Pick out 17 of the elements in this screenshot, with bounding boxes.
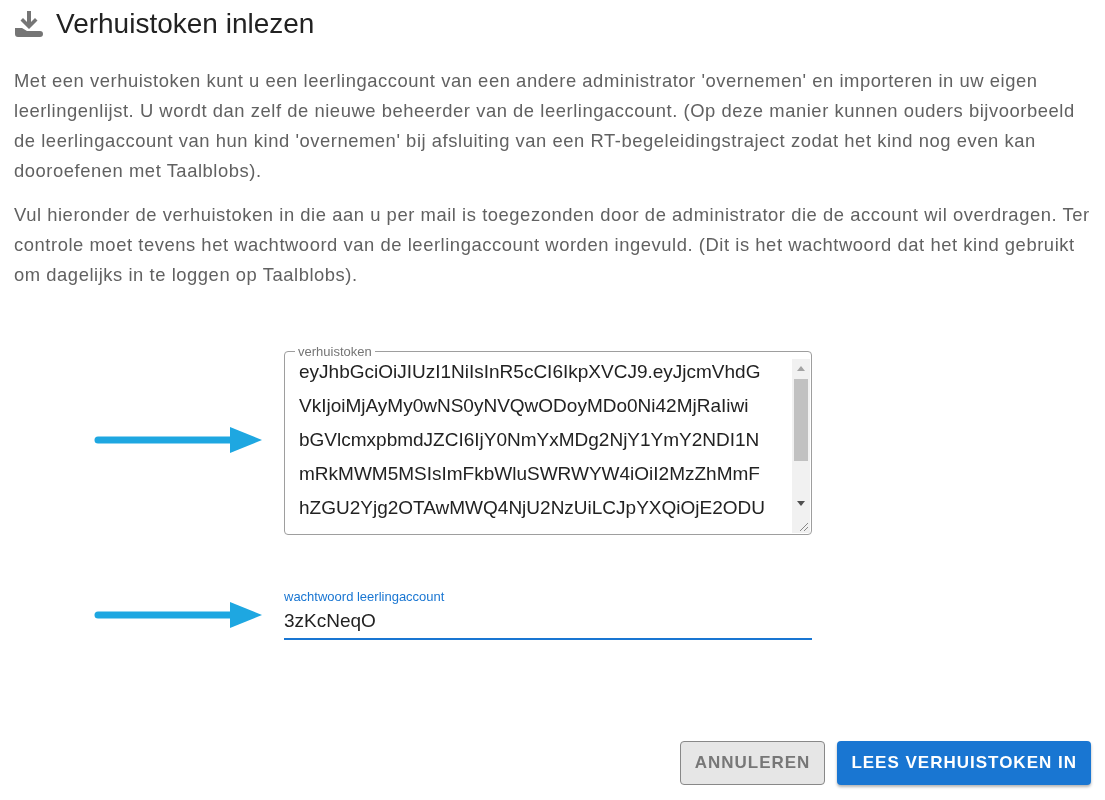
token-text-line: eyJhbGciOiJIUzI1NiIsInR5cCI6IkpXVCJ9.eyJjcmVhdG	[299, 360, 762, 384]
password-field[interactable]: wachtwoord leerlingaccount 3zKcNeqO	[284, 589, 812, 640]
token-text-line: bGVlcmxpbmdJZCI6IjY0NmYxMDg2NjY1YmY2NDI1N	[299, 428, 761, 452]
download-icon	[14, 11, 44, 37]
token-text-line: mRkMWM5MSIsImFkbWluSWRWYW4iOiI2MzZhMmF	[299, 462, 761, 486]
token-field[interactable]	[284, 344, 812, 535]
cancel-button[interactable]: ANNULEREN	[679, 741, 826, 785]
field-label: wachtwoord leerlingaccount	[284, 589, 446, 604]
field-label: verhuistoken	[297, 344, 373, 359]
submit-button[interactable]: LEES VERHUISTOKEN IN	[837, 741, 1091, 785]
dialog-title: Verhuistoken inlezen	[56, 8, 315, 40]
field-value: 3zKcNeqO	[284, 609, 377, 633]
instruction-text: Vul hieronder de verhuistoken in die aan u per mail is toegezonden door de administrator die de account wil overdragen. Ter controle moet tevens het wachtwoord van de leerlingaccount worden ingevuld. (Dit is het wachtwoord dat het kind gebruikt om dagelijks in te loggen op Taalblobs).	[14, 203, 1091, 287]
instruction-text: Met een verhuistoken kunt u een leerlingaccount van een andere administrator 'overnemen' en importeren in uw eigen leerlingenlijst. U wordt dan zelf de nieuwe beheerder van de leerlingaccount. (Op deze manier kunnen ouders bijvoorbeeld de leerlingaccount van hun kind 'overnemen' bij afsluiting van een RT-begeleidingstraject zodat het kind nog even kan dooroefenen met Taalblobs).	[14, 69, 1076, 183]
token-text-line: VkIjoiMjAyMy0wNS0yNVQwODoyMDo0Ni42MjRaIiwi	[299, 394, 750, 418]
token-text-line: hZGU2Yjg2OTAwMWQ4NjU2NzUiLCJpYXQiOjE2ODU	[299, 496, 765, 520]
scrollbar[interactable]	[792, 359, 810, 533]
